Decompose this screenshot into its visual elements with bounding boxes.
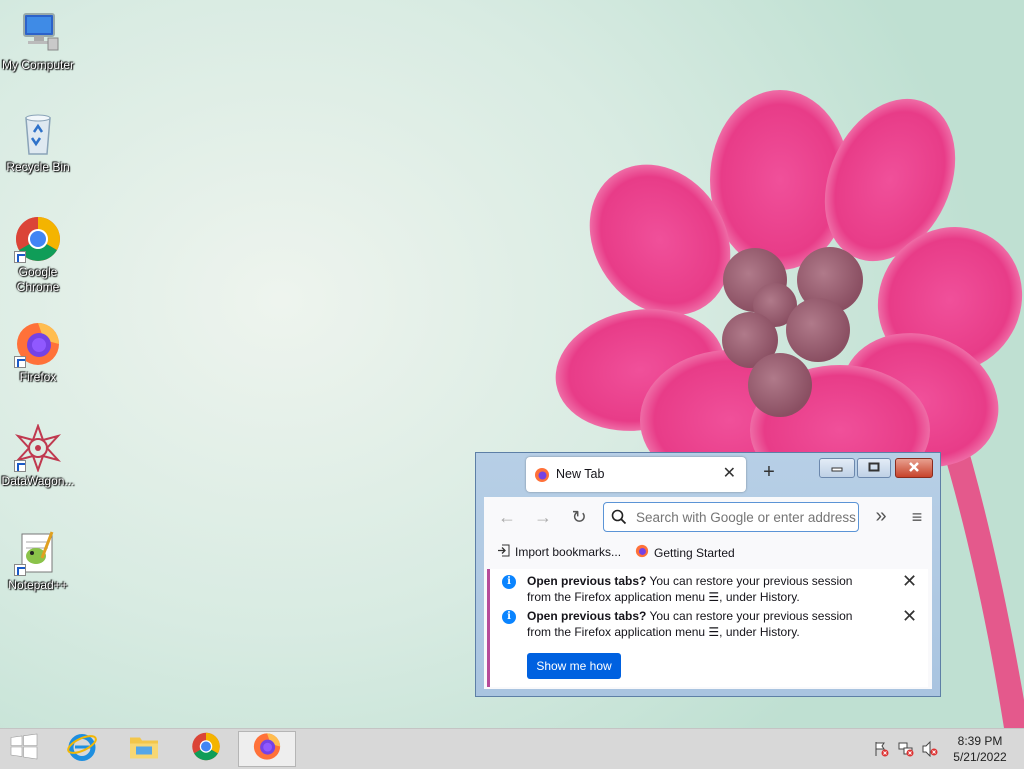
desktop-icon-datawagon[interactable]: DataWagon...: [0, 423, 76, 489]
desktop-icon-label: Recycle Bin: [6, 160, 70, 174]
desktop-icon-my-computer[interactable]: My Computer: [0, 8, 76, 73]
bookmarks-toolbar: Import bookmarks... Getting Started: [484, 539, 932, 565]
hamburger-menu-icon[interactable]: ≡: [905, 507, 929, 528]
start-icon: [10, 733, 38, 766]
bookmark-getting-started[interactable]: Getting Started: [635, 544, 735, 561]
recycle-bin-icon: [14, 110, 62, 158]
firefox-icon: [534, 467, 550, 488]
notification-text: Open previous tabs? You can restore your…: [527, 609, 853, 639]
back-icon[interactable]: ←: [495, 507, 519, 528]
minimize-icon: [831, 459, 843, 477]
firefox-icon: [14, 320, 62, 368]
desktop-icon-label: Firefox: [19, 370, 57, 384]
clock-date: 5/21/2022: [953, 750, 1007, 764]
forward-icon[interactable]: →: [531, 507, 555, 528]
notification-close-icon[interactable]: ✕: [902, 607, 917, 625]
show-me-how-button[interactable]: Show me how: [527, 653, 621, 679]
firefox-icon: [252, 732, 282, 767]
maximize-button[interactable]: [857, 458, 891, 478]
new-tab-button[interactable]: +: [759, 461, 779, 484]
session-restore-notifications: i Open previous tabs? You can restore yo…: [487, 569, 928, 687]
network-icon[interactable]: [898, 741, 914, 762]
tab-new-tab[interactable]: New Tab ✕: [526, 457, 746, 492]
desktop-icon-label: DataWagon...: [1, 474, 75, 488]
taskbar: 8:39 PM 5/21/2022: [0, 728, 1024, 769]
shortcut-arrow-icon: [14, 251, 26, 263]
chrome-icon: [191, 732, 221, 767]
close-icon: [908, 459, 920, 477]
close-button[interactable]: [895, 458, 933, 478]
desktop-icon-firefox[interactable]: Firefox: [0, 320, 76, 385]
maximize-icon: [868, 459, 880, 477]
desktop-icon-recycle-bin[interactable]: Recycle Bin: [0, 110, 76, 175]
nav-toolbar: ← → ↻ » ≡: [484, 497, 932, 539]
import-icon: [497, 544, 510, 560]
desktop-icon-label: My Computer: [1, 58, 75, 72]
shortcut-arrow-icon: [14, 564, 26, 576]
my-computer-icon: [14, 8, 62, 56]
taskbar-file-explorer[interactable]: [116, 731, 172, 767]
overflow-chevron-icon[interactable]: »: [869, 505, 893, 528]
bookmark-label: Getting Started: [654, 545, 735, 560]
info-icon: i: [502, 610, 516, 624]
minimize-button[interactable]: [819, 458, 855, 478]
shortcut-arrow-icon: [14, 356, 26, 368]
system-clock[interactable]: 8:39 PM 5/21/2022: [940, 733, 1020, 765]
url-bar[interactable]: [603, 502, 859, 532]
taskbar-chrome[interactable]: [178, 731, 234, 767]
notification-text: Open previous tabs? You can restore your…: [527, 574, 853, 604]
bookmark-import[interactable]: Import bookmarks...: [497, 544, 621, 560]
datawagon-icon: [14, 423, 62, 473]
desktop: My Computer Recycle Bin Google Chrome Fi…: [0, 0, 1024, 728]
firefox-icon: [635, 544, 649, 561]
internet-explorer-icon: [66, 731, 98, 768]
taskbar-firefox[interactable]: [238, 731, 296, 767]
volume-muted-icon[interactable]: [922, 740, 938, 762]
info-icon: i: [502, 575, 516, 589]
desktop-icon-google-chrome[interactable]: Google Chrome: [0, 215, 76, 295]
url-input[interactable]: [636, 508, 858, 526]
desktop-icon-label: Google Chrome: [16, 265, 60, 294]
desktop-icon-label: Notepad++: [8, 578, 68, 592]
tab-title: New Tab: [556, 467, 605, 481]
firefox-window: New Tab ✕ + ← → ↻ »: [475, 452, 941, 697]
shortcut-arrow-icon: [14, 460, 26, 472]
notepad-plus-plus-icon: [14, 528, 62, 576]
tab-close-icon[interactable]: ✕: [723, 463, 736, 483]
chrome-icon: [14, 215, 62, 263]
clock-time: 8:39 PM: [957, 734, 1003, 748]
bookmark-label: Import bookmarks...: [515, 545, 622, 559]
taskbar-internet-explorer[interactable]: [54, 731, 110, 767]
action-center-flag-icon[interactable]: [873, 741, 889, 762]
search-icon: [611, 509, 627, 530]
file-explorer-icon: [128, 732, 160, 767]
reload-icon[interactable]: ↻: [567, 507, 591, 528]
start-button[interactable]: [0, 731, 48, 767]
desktop-icon-notepad-plus-plus[interactable]: Notepad++: [0, 528, 76, 593]
notification-close-icon[interactable]: ✕: [902, 572, 917, 590]
firefox-content: ← → ↻ » ≡ Import bookmarks...: [484, 497, 932, 689]
